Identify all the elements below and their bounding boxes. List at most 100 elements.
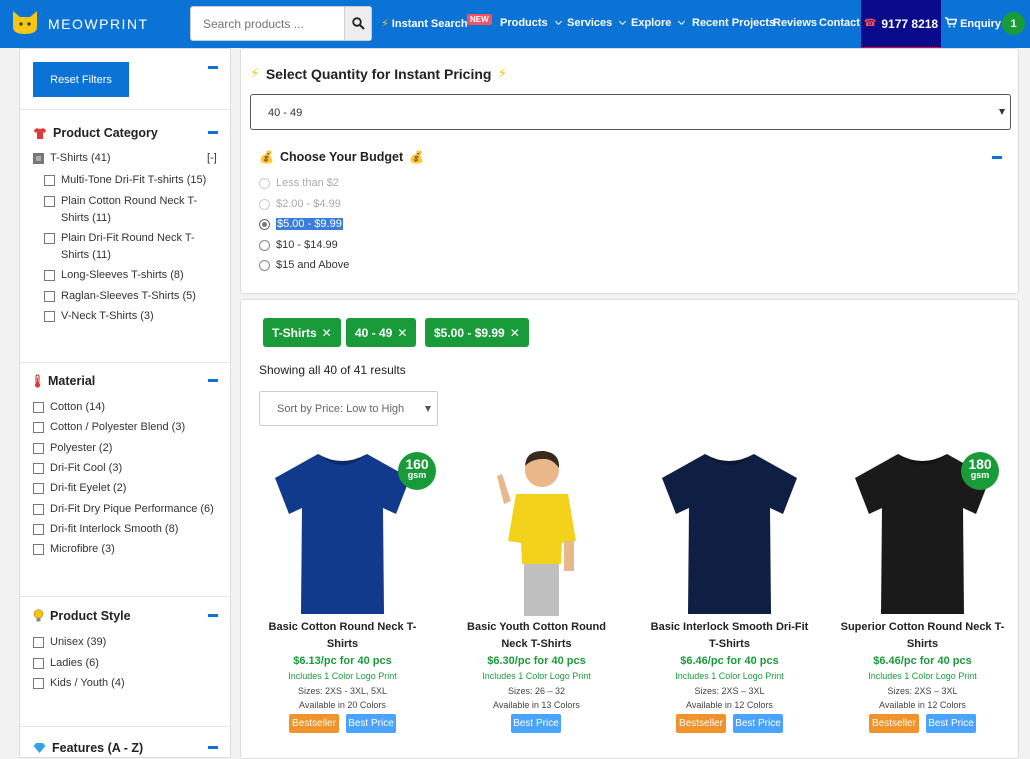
product-price: $6.30/pc for 40 pcs bbox=[487, 655, 586, 667]
product-sizes: Sizes: 26 – 32 bbox=[507, 686, 566, 696]
quantity-title: Select Quantity for Instant Pricing bbox=[265, 65, 492, 82]
nav-products[interactable]: Products bbox=[500, 17, 562, 29]
category-heading[interactable]: Product Category bbox=[33, 126, 158, 140]
product-image[interactable] bbox=[270, 446, 415, 616]
active-filter-chip[interactable]: $5.00 - $9.99 ✕ bbox=[425, 318, 529, 347]
search-input[interactable] bbox=[191, 7, 346, 40]
nav-explore[interactable]: Explore bbox=[631, 17, 686, 29]
product-sizes: Sizes: 2XS – 3XL bbox=[887, 686, 958, 696]
category-checkbox[interactable] bbox=[44, 175, 55, 186]
sort-select[interactable]: Sort by Price: Low to High bbox=[259, 391, 438, 426]
product-name[interactable]: Basic Youth Cotton Round Neck T-Shirts bbox=[449, 619, 624, 653]
collapse-minus-icon[interactable] bbox=[208, 66, 218, 69]
budget-option-label: $5.00 - $9.99 bbox=[276, 218, 343, 230]
category-option-label: Raglan-Sleeves T-Shirts (5) bbox=[61, 288, 196, 305]
material-title: Material bbox=[48, 374, 96, 388]
nav-contact[interactable]: Contact bbox=[819, 17, 860, 29]
collapse-toggle[interactable]: [-] bbox=[207, 150, 217, 167]
lightning-icon: ⚡ bbox=[250, 65, 260, 81]
quantity-heading: ⚡ Select Quantity for Instant Pricing ⚡ bbox=[250, 65, 507, 82]
budget-radio[interactable] bbox=[259, 260, 270, 271]
category-checkbox[interactable] bbox=[44, 270, 55, 281]
category-option-label: Plain Cotton Round Neck T- Shirts (11) bbox=[61, 193, 197, 227]
close-icon[interactable]: ✕ bbox=[397, 326, 407, 340]
product-sizes: Sizes: 2XS - 3XL, 5XL bbox=[297, 686, 388, 696]
brand-name[interactable]: MEOWPRINT bbox=[48, 16, 149, 32]
style-checkbox[interactable] bbox=[33, 657, 44, 669]
style-checkbox[interactable] bbox=[33, 637, 44, 648]
material-checkbox[interactable] bbox=[33, 544, 44, 556]
material-checkbox[interactable] bbox=[33, 422, 44, 434]
collapse-minus-icon[interactable] bbox=[992, 156, 1002, 159]
category-option-line: Shirts (11) bbox=[61, 249, 111, 261]
best-price-tag: Best Price bbox=[511, 714, 561, 733]
style-checkbox[interactable] bbox=[33, 678, 44, 689]
product-price: $6.13/pc for 40 pcs bbox=[293, 655, 392, 667]
collapse-minus-icon[interactable] bbox=[208, 131, 218, 134]
enquiry-label: Enquiry bbox=[960, 18, 1002, 30]
enquiry-link[interactable]: Enquiry bbox=[945, 17, 1001, 30]
nav-instant-label: Instant Search bbox=[391, 18, 468, 30]
material-checkbox[interactable] bbox=[33, 462, 44, 474]
gsm-value: 160 bbox=[405, 456, 429, 472]
category-checkbox-tshirts[interactable] bbox=[33, 153, 44, 164]
budget-radio[interactable] bbox=[259, 239, 270, 251]
product-name[interactable]: Superior Cotton Round Neck T- Shirts bbox=[835, 619, 1010, 653]
reset-filters-button[interactable]: Reset Filters bbox=[33, 62, 129, 97]
category-option-line: Long-Sleeves T-shirts (8) bbox=[61, 269, 184, 281]
budget-option-text: $5.00 - $9.99 bbox=[276, 218, 343, 230]
quantity-selected-value: 40 - 49 bbox=[268, 107, 303, 119]
material-checkbox[interactable] bbox=[33, 503, 44, 515]
close-icon[interactable]: ✕ bbox=[322, 326, 332, 340]
tshirt-illustration-icon bbox=[275, 454, 410, 614]
material-checkbox[interactable] bbox=[33, 402, 44, 413]
gsm-badge: 180 gsm bbox=[961, 452, 999, 490]
radio-dot bbox=[262, 222, 267, 227]
material-option-label: Dri-fit Interlock Smooth (8) bbox=[50, 522, 179, 535]
budget-radio[interactable] bbox=[259, 198, 270, 210]
product-image[interactable] bbox=[464, 446, 609, 616]
category-option-line: Plain Dri-Fit Round Neck T- bbox=[61, 232, 195, 244]
material-checkbox[interactable] bbox=[33, 442, 44, 454]
category-checkbox[interactable] bbox=[44, 196, 55, 207]
material-option-label: Dri-fit Eyelet (2) bbox=[50, 482, 127, 495]
close-icon[interactable]: ✕ bbox=[510, 326, 520, 340]
material-option-label: Polyester (2) bbox=[50, 441, 113, 454]
material-checkbox[interactable] bbox=[33, 523, 44, 535]
product-image[interactable] bbox=[657, 446, 802, 616]
cat-logo-icon[interactable] bbox=[10, 9, 40, 35]
active-filter-chip[interactable]: T-Shirts ✕ bbox=[263, 318, 341, 347]
style-heading[interactable]: Product Style bbox=[33, 609, 131, 623]
collapse-minus-icon[interactable] bbox=[208, 746, 218, 749]
budget-radio[interactable] bbox=[259, 219, 270, 230]
tshirt-illustration-icon bbox=[497, 450, 576, 616]
product-name[interactable]: Basic Interlock Smooth Dri-Fit T-Shirts bbox=[642, 619, 817, 653]
bestseller-tag: Bestseller bbox=[289, 714, 339, 733]
collapse-minus-icon[interactable] bbox=[208, 614, 218, 617]
phone-link[interactable]: ☎ 9177 8218 bbox=[861, 0, 941, 48]
indeterminate-mark bbox=[36, 156, 41, 161]
nav-instant-search[interactable]: ⚡ Instant Search bbox=[381, 17, 468, 30]
material-heading[interactable]: Material bbox=[33, 374, 95, 388]
product-logo-note: Includes 1 Color Logo Print bbox=[288, 671, 397, 681]
quantity-select[interactable]: 40 - 49 bbox=[250, 94, 1011, 130]
budget-radio[interactable] bbox=[259, 178, 270, 189]
category-checkbox[interactable] bbox=[44, 233, 55, 244]
material-checkbox[interactable] bbox=[33, 483, 44, 495]
search-button[interactable] bbox=[344, 7, 371, 40]
category-checkbox[interactable] bbox=[44, 291, 55, 302]
filter-sidebar: Reset Filters Product Category T-Shirts … bbox=[19, 48, 231, 758]
nav-recent-projects[interactable]: Recent Projects bbox=[692, 17, 775, 29]
active-filter-chip[interactable]: 40 - 49 ✕ bbox=[346, 318, 417, 347]
product-name[interactable]: Basic Cotton Round Neck T- Shirts bbox=[255, 619, 430, 653]
tshirt-icon bbox=[34, 127, 46, 139]
nav-reviews[interactable]: Reviews bbox=[773, 17, 817, 29]
category-checkbox[interactable] bbox=[44, 311, 55, 322]
phone-icon: ☎ bbox=[863, 18, 877, 29]
nav-services[interactable]: Services bbox=[567, 17, 627, 29]
collapse-minus-icon[interactable] bbox=[208, 379, 218, 382]
chip-label: T-Shirts bbox=[272, 325, 317, 340]
style-option-label: Kids / Youth (4) bbox=[50, 677, 125, 689]
features-heading[interactable]: Features (A - Z) bbox=[33, 741, 143, 755]
sort-selected-value: Sort by Price: Low to High bbox=[277, 403, 405, 415]
